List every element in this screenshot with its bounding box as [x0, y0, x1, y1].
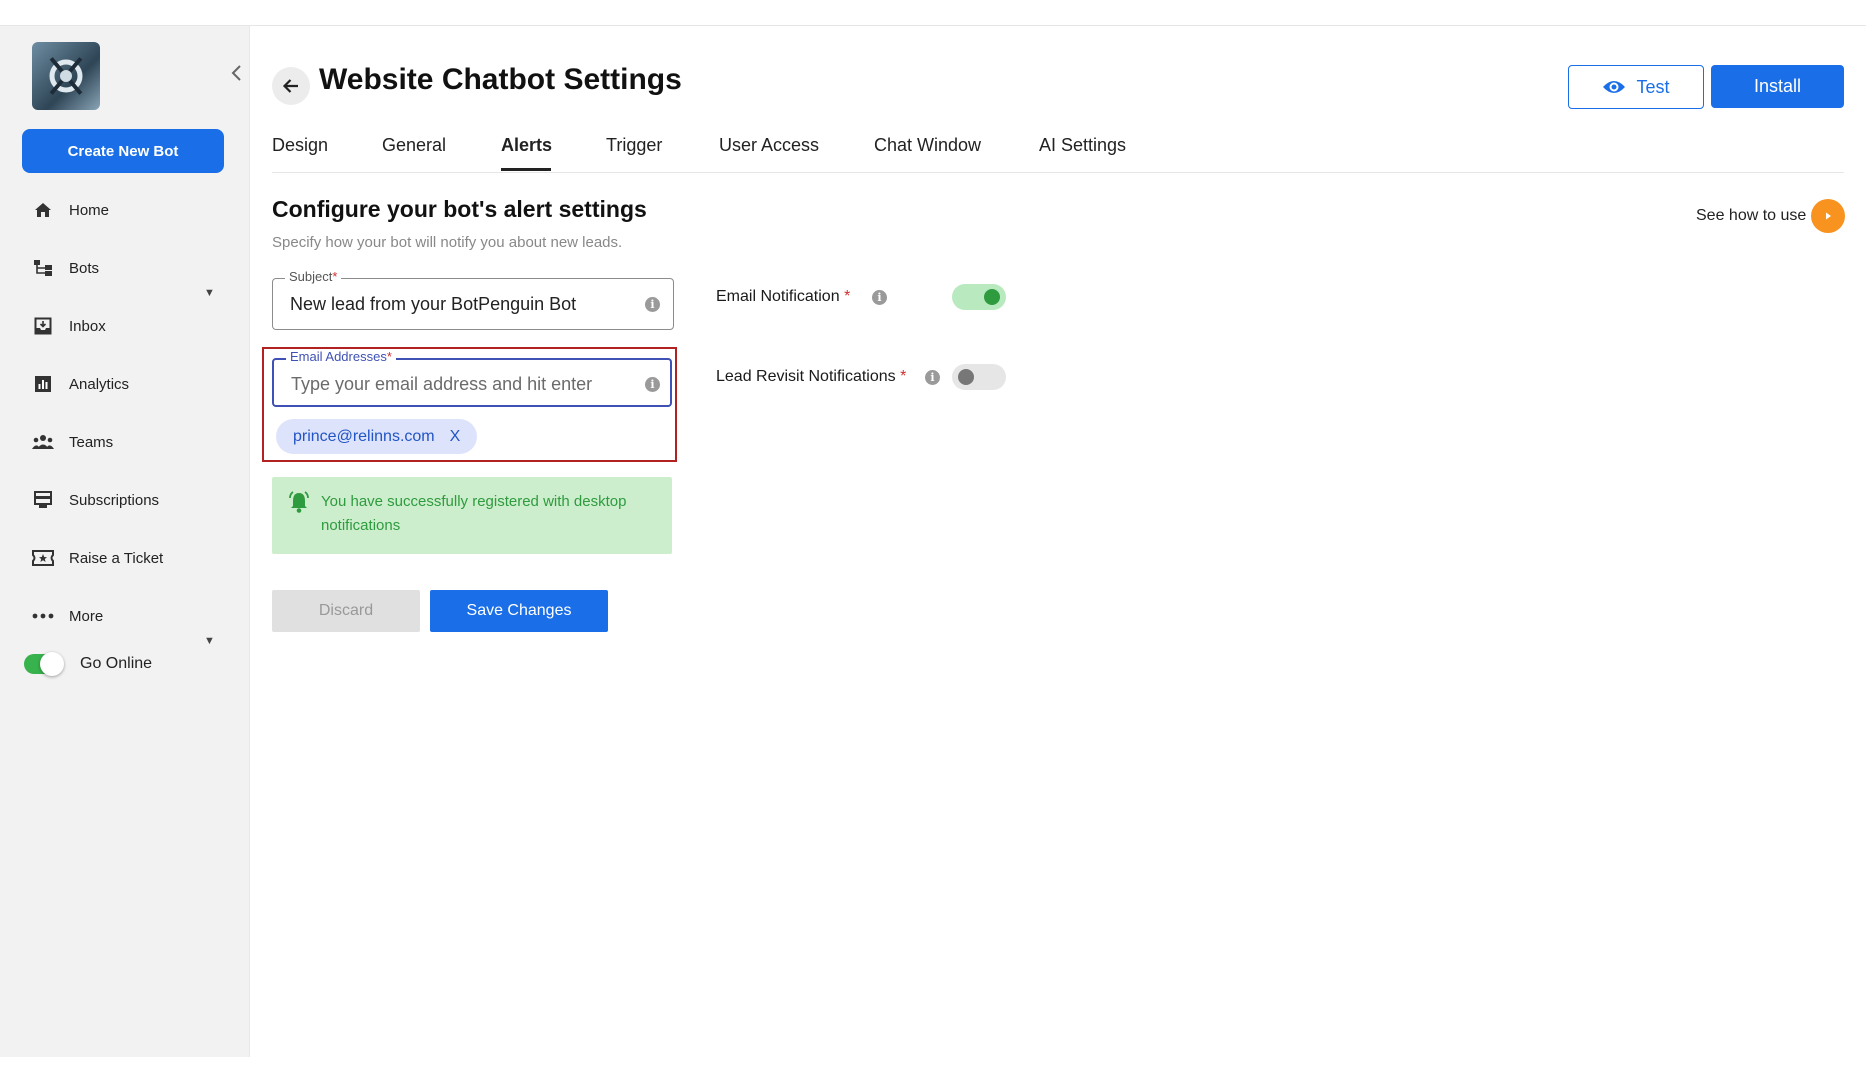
see-how-to-use-link[interactable]: See how to use [1696, 199, 1846, 233]
sidebar-item-label: Inbox [69, 317, 106, 335]
discard-button[interactable]: Discard [272, 590, 420, 632]
sidebar-item-label: Analytics [69, 375, 130, 393]
subject-field[interactable]: Subject* New lead from your BotPenguin B… [272, 269, 674, 330]
arrow-left-icon [282, 79, 298, 93]
tab-general[interactable]: General [382, 135, 446, 156]
test-button-label: Test [1636, 76, 1670, 97]
sidebar-item-home[interactable]: Home [32, 195, 109, 225]
lead-revisit-info-icon[interactable]: i [925, 370, 940, 385]
bottom-strip [0, 1057, 1866, 1080]
remove-email-icon[interactable]: X [450, 428, 461, 446]
email-info-icon[interactable]: i [645, 377, 660, 392]
save-changes-button[interactable]: Save Changes [430, 590, 608, 632]
more-caret-icon[interactable]: ▼ [204, 635, 215, 647]
ticket-icon [32, 547, 54, 569]
bot-logo[interactable] [32, 42, 100, 110]
email-addresses-label: Email Addresses* [286, 349, 396, 364]
lead-revisit-toggle[interactable] [952, 364, 1006, 390]
back-button[interactable] [272, 67, 310, 105]
eye-icon [1603, 81, 1626, 93]
tab-alerts[interactable]: Alerts [501, 135, 552, 156]
subject-info-icon[interactable]: i [645, 297, 660, 312]
sidebar-item-analytics[interactable]: Analytics [32, 369, 129, 399]
sidebar-item-teams[interactable]: Teams [32, 427, 113, 457]
active-tab-indicator [501, 168, 551, 171]
sidebar-item-label: Subscriptions [69, 491, 160, 509]
tab-ai-settings[interactable]: AI Settings [1039, 135, 1126, 156]
settings-tabs: Design General Alerts Trigger User Acces… [272, 128, 1844, 173]
sidebar-item-label: Home [69, 201, 110, 219]
sidebar-item-label: Raise a Ticket [69, 549, 164, 567]
sidebar-item-bots[interactable]: Bots [32, 253, 99, 283]
teams-icon [32, 431, 54, 453]
tab-design[interactable]: Design [272, 135, 328, 156]
email-chip: prince@relinns.com X [276, 419, 478, 454]
tab-trigger[interactable]: Trigger [606, 135, 662, 156]
test-button[interactable]: Test [1568, 65, 1704, 109]
go-online-row: Go Online [24, 652, 153, 676]
email-notification-info-icon[interactable]: i [872, 290, 887, 305]
section-subtitle: Specify how your bot will notify you abo… [272, 234, 623, 251]
see-how-label: See how to use [1696, 207, 1807, 224]
sidebar-item-label: More [69, 607, 104, 625]
tab-chat-window[interactable]: Chat Window [874, 135, 981, 156]
more-icon [32, 605, 54, 627]
home-icon [32, 199, 54, 221]
subject-value: New lead from your BotPenguin Bot [290, 294, 577, 314]
email-notification-toggle[interactable] [952, 284, 1006, 310]
sidebar-item-inbox[interactable]: Inbox [32, 311, 106, 341]
analytics-icon [32, 373, 54, 395]
collapse-sidebar-icon[interactable] [226, 64, 246, 88]
sidebar-item-label: Teams [69, 433, 114, 451]
bell-icon [287, 490, 311, 519]
subject-label: Subject* [285, 269, 342, 284]
section-title: Configure your bot's alert settings [272, 196, 647, 222]
go-online-label: Go Online [80, 655, 153, 672]
notice-text: You have successfully registered with de… [321, 493, 627, 534]
sidebar-item-more[interactable]: More [32, 601, 103, 631]
top-bar [0, 0, 1866, 26]
page-title: Website Chatbot Settings [319, 63, 682, 96]
email-addresses-field[interactable]: Email Addresses* Type your email address… [272, 349, 672, 407]
bots-caret-icon[interactable]: ▼ [204, 287, 215, 299]
sidebar-item-label: Bots [69, 259, 100, 277]
subscriptions-icon [32, 489, 54, 511]
email-input-placeholder[interactable]: Type your email address and hit enter [291, 374, 592, 395]
desktop-notification-success: You have successfully registered with de… [272, 477, 672, 554]
email-chip-label: prince@relinns.com [293, 427, 435, 445]
create-new-bot-button[interactable]: Create New Bot [22, 129, 224, 173]
email-notification-label: Email Notification * [716, 288, 851, 305]
install-button[interactable]: Install [1711, 65, 1844, 108]
inbox-icon [32, 315, 54, 337]
sidebar-item-subscriptions[interactable]: Subscriptions [32, 485, 159, 515]
sidebar: Create New Bot Home Bots ▼ Inbox Analyti… [0, 26, 250, 1057]
tab-user-access[interactable]: User Access [719, 135, 819, 156]
bots-icon [32, 257, 54, 279]
sidebar-item-raise-ticket[interactable]: Raise a Ticket [32, 543, 163, 573]
go-online-toggle[interactable] [24, 652, 64, 676]
play-icon [1811, 199, 1846, 233]
lead-revisit-label: Lead Revisit Notifications * [716, 368, 907, 385]
